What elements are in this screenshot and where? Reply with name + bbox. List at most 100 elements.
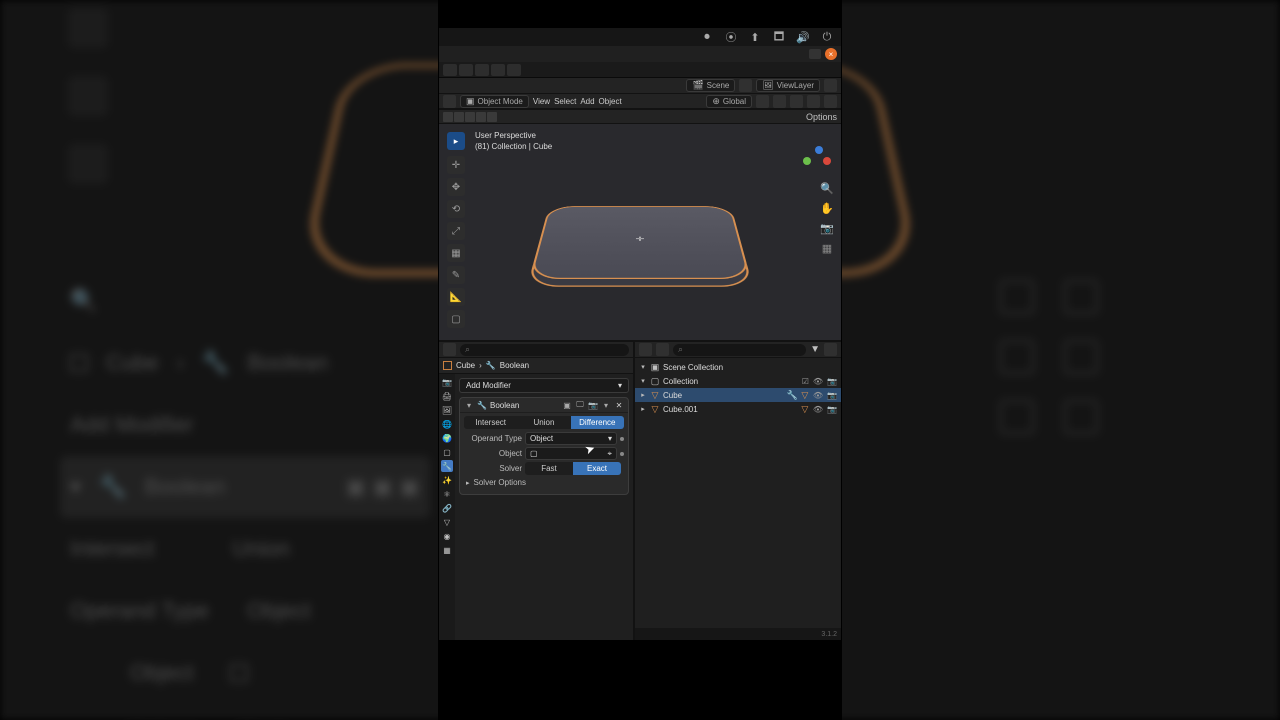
tray-icon[interactable]: ⬆ xyxy=(749,31,761,43)
tab-output-icon[interactable]: 🖨 xyxy=(441,390,453,402)
workspace-tab[interactable] xyxy=(491,64,505,76)
zoom-icon[interactable]: 🔍 xyxy=(819,180,835,196)
eye-icon[interactable]: 👁 xyxy=(813,377,823,386)
options-dropdown[interactable]: Options xyxy=(806,112,837,122)
sidebar-icon[interactable]: ◧ xyxy=(439,180,443,196)
tree-row-scene-collection[interactable]: ▾ ▣ Scene Collection xyxy=(635,360,841,374)
delete-modifier-icon[interactable]: ✕ xyxy=(614,400,624,410)
persp-ortho-icon[interactable]: ▦ xyxy=(819,240,835,256)
outliner-tree[interactable]: ▾ ▣ Scene Collection ▾ ▢ Collection ☑👁📷 … xyxy=(635,358,841,418)
workspace-tab[interactable] xyxy=(443,64,457,76)
menu-view[interactable]: View xyxy=(533,97,550,106)
restrict-select-icon[interactable]: ☑ xyxy=(802,377,809,386)
op-union[interactable]: Union xyxy=(517,416,570,429)
mode-selector[interactable]: ▣Object Mode xyxy=(460,95,529,108)
tray-volume-icon[interactable]: 🔊 xyxy=(797,31,809,43)
menu-select[interactable]: Select xyxy=(554,97,576,106)
properties-search[interactable]: ⌕ xyxy=(460,344,629,356)
workspace-tab[interactable] xyxy=(459,64,473,76)
outliner-search[interactable]: ⌕ xyxy=(673,344,806,356)
tree-row-cube001[interactable]: ▸ ▽ Cube.001 ▽ 👁📷 xyxy=(635,402,841,416)
tab-object-icon[interactable]: ▢ xyxy=(441,446,453,458)
header-button[interactable] xyxy=(824,95,837,108)
tree-row-cube[interactable]: ▸ ▽ Cube 🔧 ▽ 👁📷 xyxy=(635,388,841,402)
camera-view-icon[interactable]: 📷 xyxy=(819,220,835,236)
tree-row-collection[interactable]: ▾ ▢ Collection ☑👁📷 xyxy=(635,374,841,388)
sidebar-icon[interactable]: ▦ xyxy=(439,220,443,236)
proportional-edit[interactable] xyxy=(790,95,803,108)
display-editmode-icon[interactable]: ▣ xyxy=(562,400,572,410)
shading-mode-icon[interactable] xyxy=(443,112,453,122)
tab-texture-icon[interactable]: ▦ xyxy=(441,544,453,556)
solver-exact[interactable]: Exact xyxy=(573,462,621,475)
solver-options-expand[interactable]: ▸ Solver Options xyxy=(466,478,622,487)
tray-icon[interactable]: ⏺ xyxy=(701,31,713,43)
tray-icon[interactable]: ⦿ xyxy=(725,31,737,43)
scene-selector[interactable]: 🎬Scene xyxy=(686,79,735,92)
camera-icon[interactable]: 📷 xyxy=(827,405,837,414)
scale-tool-icon[interactable]: ⤢ xyxy=(447,222,465,240)
new-collection-icon[interactable] xyxy=(824,343,837,356)
tab-scene-icon[interactable]: 🌐 xyxy=(441,418,453,430)
camera-icon[interactable]: 📷 xyxy=(827,391,837,400)
op-difference[interactable]: Difference xyxy=(571,416,624,429)
snap-toggle[interactable] xyxy=(756,95,769,108)
close-button[interactable]: × xyxy=(825,48,837,60)
tab-world-icon[interactable]: 🌍 xyxy=(441,432,453,444)
sidebar-icon[interactable]: ◐ xyxy=(439,200,443,216)
operand-type-select[interactable]: Object▾ xyxy=(525,432,617,445)
editor-type-icon[interactable] xyxy=(443,95,456,108)
shading-mode-icon[interactable] xyxy=(487,112,497,122)
play-cursor-tool[interactable]: ▸ xyxy=(447,132,465,150)
addcube-tool-icon[interactable]: ▢ xyxy=(447,310,465,328)
breadcrumb-modifier[interactable]: Boolean xyxy=(500,361,529,370)
display-realtime-icon[interactable]: 🖵 xyxy=(575,400,585,410)
sidebar-icon[interactable]: ◉ xyxy=(439,240,443,256)
tab-material-icon[interactable]: ◉ xyxy=(441,530,453,542)
editor-type-icon[interactable] xyxy=(639,343,652,356)
shading-mode-icon[interactable] xyxy=(476,112,486,122)
eye-icon[interactable]: 👁 xyxy=(813,391,823,400)
transform-tool-icon[interactable]: ▦ xyxy=(447,244,465,262)
viewlayer-new-button[interactable] xyxy=(824,79,837,92)
pan-icon[interactable]: ✋ xyxy=(819,200,835,216)
modifier-name[interactable]: Boolean xyxy=(490,401,559,410)
tab-modifiers-icon[interactable]: 🔧 xyxy=(441,460,453,472)
workspace-tab[interactable] xyxy=(475,64,489,76)
axis-z-icon[interactable] xyxy=(815,146,823,154)
object-select[interactable]: ▢⌖ xyxy=(525,447,617,460)
display-render-icon[interactable]: 📷 xyxy=(588,400,598,410)
mesh-object[interactable] xyxy=(525,169,755,329)
rotate-tool-icon[interactable]: ⟲ xyxy=(447,200,465,218)
tab-physics-icon[interactable]: ⚛ xyxy=(441,488,453,500)
3d-viewport[interactable]: ▸ User Perspective (81) Collection | Cub… xyxy=(439,124,841,342)
tab-constraints-icon[interactable]: 🔗 xyxy=(441,502,453,514)
filter-icon[interactable]: ▼ xyxy=(810,344,820,355)
solver-segmented[interactable]: Fast Exact xyxy=(525,462,621,475)
add-modifier-dropdown[interactable]: Add Modifier▾ xyxy=(459,378,629,393)
shading-mode-icon[interactable] xyxy=(465,112,475,122)
header-button[interactable] xyxy=(807,95,820,108)
boolean-operation-segmented[interactable]: Intersect Union Difference xyxy=(464,416,624,429)
op-intersect[interactable]: Intersect xyxy=(464,416,517,429)
editor-type-icon[interactable] xyxy=(443,343,456,356)
viewlayer-selector[interactable]: 🖼ViewLayer xyxy=(756,79,820,92)
workspace-tabs[interactable] xyxy=(439,62,841,78)
animate-dot-icon[interactable] xyxy=(620,437,624,441)
axis-x-icon[interactable] xyxy=(823,157,831,165)
eyedropper-icon[interactable] xyxy=(620,452,624,456)
pivot-selector[interactable] xyxy=(773,95,786,108)
chevron-down-icon[interactable]: ▾ xyxy=(601,400,611,410)
measure-tool-icon[interactable]: 📐 xyxy=(447,288,465,306)
menu-object[interactable]: Object xyxy=(599,97,622,106)
axis-y-icon[interactable] xyxy=(803,157,811,165)
collapse-icon[interactable]: ▾ xyxy=(464,400,474,410)
move-tool-icon[interactable]: ✥ xyxy=(447,178,465,196)
camera-icon[interactable]: 📷 xyxy=(827,377,837,386)
shading-mode-icon[interactable] xyxy=(454,112,464,122)
tray-power-icon[interactable]: ⏻ xyxy=(821,31,833,43)
menu-add[interactable]: Add xyxy=(580,97,594,106)
tab-viewlayer-icon[interactable]: 🖼 xyxy=(441,404,453,416)
tray-icon[interactable]: 🗖 xyxy=(773,31,785,43)
minimize-button[interactable] xyxy=(809,49,821,59)
